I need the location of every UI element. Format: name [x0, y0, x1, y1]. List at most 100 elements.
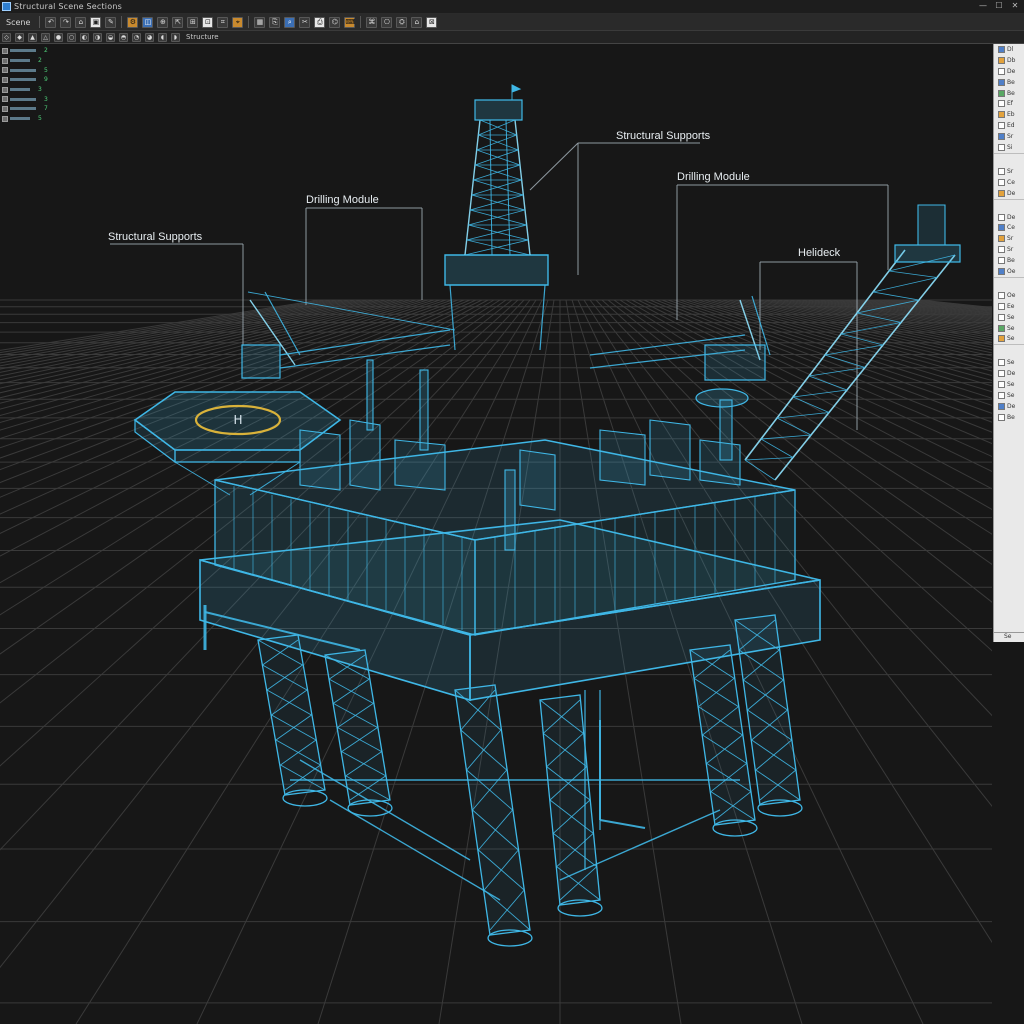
- secondary-toolbar-button[interactable]: ◆: [15, 32, 24, 42]
- toolbar-button[interactable]: ⇱: [172, 16, 184, 28]
- toolbar-button[interactable]: ⌕: [284, 16, 296, 28]
- secondary-toolbar-button[interactable]: ◗: [171, 32, 180, 42]
- toolbar-button[interactable]: ⌗: [217, 16, 229, 28]
- properties-row[interactable]: Se: [994, 333, 1024, 344]
- properties-row[interactable]: Ee: [994, 301, 1024, 312]
- callout-drilling-module-right: Drilling Module: [677, 171, 750, 183]
- minimize-button[interactable]: —: [978, 1, 988, 10]
- property-icon: [998, 143, 1005, 151]
- properties-row[interactable]: Oe: [994, 290, 1024, 301]
- secondary-toolbar-button[interactable]: ◒: [106, 32, 115, 42]
- toolbar-button[interactable]: ⌨: [344, 16, 356, 28]
- property-icon: [998, 391, 1005, 399]
- toolbar-button[interactable]: ↶: [45, 16, 57, 28]
- properties-row[interactable]: Ed: [994, 120, 1024, 131]
- properties-row[interactable]: De: [994, 212, 1024, 223]
- grid-line: [817, 299, 992, 326]
- stack-pipe: [504, 469, 516, 551]
- secondary-toolbar-button[interactable]: ◖: [158, 32, 167, 42]
- properties-row[interactable]: Be: [994, 77, 1024, 88]
- secondary-toolbar-button[interactable]: △: [41, 32, 50, 42]
- secondary-toolbar-button[interactable]: ▲: [28, 32, 37, 42]
- property-label: Sr: [1007, 246, 1014, 254]
- secondary-toolbar-button[interactable]: ◓: [119, 32, 128, 42]
- toolbar-button[interactable]: ⊠: [426, 16, 438, 28]
- properties-row[interactable]: Be: [994, 88, 1024, 99]
- properties-row[interactable]: Se: [994, 357, 1024, 368]
- properties-row[interactable]: Dl: [994, 44, 1024, 55]
- properties-list: Dl Db De Be Be Ef Eb Ed Sr Si Sr Ce De De Ce Sr Sr Be Oe Oe…: [994, 44, 1024, 423]
- property-icon: [998, 324, 1005, 332]
- toolbar-button[interactable]: ↷: [60, 16, 72, 28]
- derrick-bracing: [473, 179, 524, 196]
- properties-row[interactable]: Be: [994, 412, 1024, 423]
- 3d-viewport[interactable]: H Structural Supports Drilling Module St…: [0, 44, 992, 1024]
- toolbar-button[interactable]: ⌂: [411, 16, 423, 28]
- secondary-toolbar-button[interactable]: ◐: [80, 32, 89, 42]
- toolbar-button[interactable]: ⎔: [381, 16, 393, 28]
- properties-row[interactable]: De: [994, 188, 1024, 199]
- toolbar-button[interactable]: ⌂: [75, 16, 87, 28]
- properties-row[interactable]: Sr: [994, 131, 1024, 142]
- toolbar-button[interactable]: ◫: [142, 16, 154, 28]
- properties-row[interactable]: Be: [994, 255, 1024, 266]
- properties-row[interactable]: De: [994, 401, 1024, 412]
- secondary-toolbar-button[interactable]: ●: [54, 32, 63, 42]
- secondary-toolbar-button[interactable]: ◑: [93, 32, 102, 42]
- properties-row[interactable]: Ef: [994, 98, 1024, 109]
- property-label: Ce: [1007, 224, 1015, 232]
- derrick-bracing: [473, 164, 521, 181]
- toolbar-button[interactable]: ⎙: [314, 16, 326, 28]
- properties-row[interactable]: Si: [994, 142, 1024, 153]
- wireframe-scene[interactable]: H: [0, 44, 992, 1024]
- toolbar-button[interactable]: ⌬: [329, 16, 341, 28]
- properties-row[interactable]: Oe: [994, 266, 1024, 277]
- toolbar-scene-label[interactable]: Scene: [6, 18, 30, 27]
- properties-row[interactable]: Sr: [994, 166, 1024, 177]
- derrick-bracing: [474, 149, 519, 166]
- toolbar-button[interactable]: ⛭: [396, 16, 408, 28]
- properties-row[interactable]: Se: [994, 379, 1024, 390]
- grid-line: [841, 299, 992, 321]
- properties-row[interactable]: Sr: [994, 233, 1024, 244]
- properties-row[interactable]: De: [994, 66, 1024, 77]
- properties-row[interactable]: Se: [994, 323, 1024, 334]
- toolbar-button[interactable]: ⊕: [157, 16, 169, 28]
- properties-row[interactable]: De: [994, 368, 1024, 379]
- property-label: Sr: [1007, 133, 1014, 141]
- toolbar-button[interactable]: ⌖: [232, 16, 244, 28]
- toolbar-button[interactable]: ✂: [299, 16, 311, 28]
- close-button[interactable]: ✕: [1010, 1, 1020, 10]
- properties-row[interactable]: Sr: [994, 244, 1024, 255]
- derrick-bracing: [476, 134, 517, 151]
- toolbar-structure-label[interactable]: Structure: [186, 33, 219, 41]
- properties-row[interactable]: Ce: [994, 222, 1024, 233]
- toolbar-button[interactable]: ⌘: [366, 16, 378, 28]
- toolbar-button[interactable]: ▦: [254, 16, 266, 28]
- property-icon: [998, 335, 1005, 343]
- toolbar-button[interactable]: ✎: [105, 16, 117, 28]
- property-label: Oe: [1007, 267, 1016, 275]
- toolbar-button[interactable]: ⚙: [127, 16, 139, 28]
- secondary-toolbar-button[interactable]: ○: [67, 32, 76, 42]
- derrick-bracing: [478, 119, 516, 136]
- toolbar-separator: [39, 16, 41, 28]
- toolbar-button[interactable]: ⊞: [187, 16, 199, 28]
- secondary-toolbar-button[interactable]: ◕: [145, 32, 154, 42]
- properties-row[interactable]: Db: [994, 55, 1024, 66]
- maximize-button[interactable]: ☐: [994, 1, 1004, 10]
- property-label: Se: [1007, 381, 1015, 389]
- toolbar-button[interactable]: ⊡: [202, 16, 214, 28]
- grid-line: [691, 299, 992, 387]
- toolbar-button[interactable]: ⎘: [269, 16, 281, 28]
- toolbar-button[interactable]: ▣: [90, 16, 102, 28]
- flare-tip: [917, 204, 946, 246]
- secondary-toolbar-button[interactable]: ◇: [2, 32, 11, 42]
- property-label: Sr: [1007, 167, 1014, 175]
- properties-row[interactable]: Eb: [994, 109, 1024, 120]
- properties-row[interactable]: Ce: [994, 177, 1024, 188]
- properties-row[interactable]: Se: [994, 390, 1024, 401]
- grid-line: [799, 299, 992, 331]
- secondary-toolbar-button[interactable]: ◔: [132, 32, 141, 42]
- properties-row[interactable]: Se: [994, 312, 1024, 323]
